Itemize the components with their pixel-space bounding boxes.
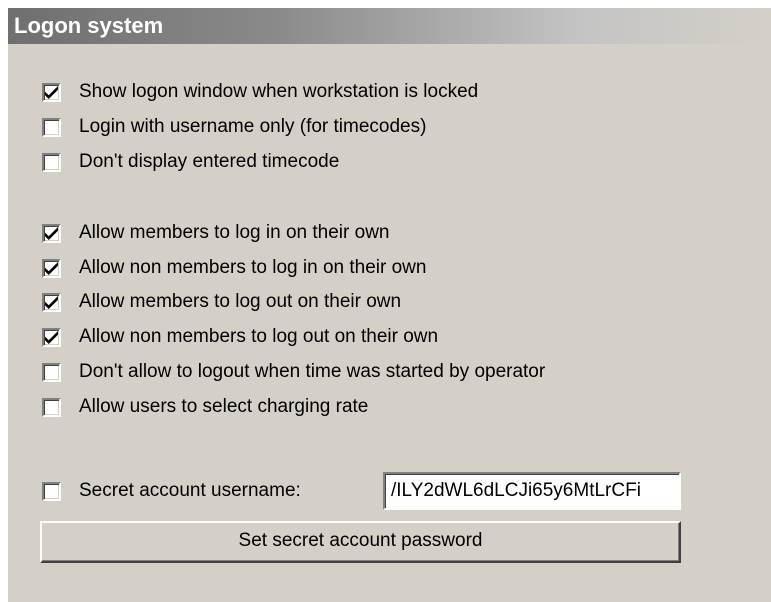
option-select-charging-rate[interactable]: Allow users to select charging rate <box>42 393 368 421</box>
option-non-members-login[interactable]: Allow non members to log in on their own <box>42 254 426 282</box>
checkbox[interactable] <box>42 292 61 312</box>
checkbox[interactable] <box>42 362 61 382</box>
option-label: Allow members to log in on their own <box>79 222 390 243</box>
section-title: Logon system <box>14 13 164 38</box>
checkmark-icon <box>45 261 58 275</box>
option-label: Allow users to select charging rate <box>79 396 369 417</box>
checkmark-icon <box>45 330 58 344</box>
option-hide-timecode[interactable]: Don't display entered timecode <box>42 148 339 176</box>
option-label: Allow non members to log out on their ow… <box>79 326 439 347</box>
logon-system-panel: Logon system Show logon window when work… <box>8 8 771 602</box>
checkbox[interactable] <box>42 258 61 278</box>
checkmark-icon <box>45 226 58 240</box>
checkbox[interactable] <box>42 327 61 347</box>
checkmark-icon <box>45 85 58 99</box>
checkbox[interactable] <box>42 481 61 501</box>
checkbox[interactable] <box>42 117 61 137</box>
checkmark-icon <box>45 295 58 309</box>
option-label: Don't display entered timecode <box>79 151 340 172</box>
checkbox[interactable] <box>42 82 61 102</box>
secret-account-label: Secret account username: <box>79 480 301 501</box>
option-no-logout-operator[interactable]: Don't allow to logout when time was star… <box>42 358 545 386</box>
option-secret-account[interactable]: Secret account username: <box>42 477 301 505</box>
option-members-login[interactable]: Allow members to log in on their own <box>42 219 389 247</box>
option-label: Login with username only (for timecodes) <box>79 116 427 137</box>
option-non-members-logout[interactable]: Allow non members to log out on their ow… <box>42 323 438 351</box>
option-show-logon-window[interactable]: Show logon window when workstation is lo… <box>42 78 478 106</box>
option-members-logout[interactable]: Allow members to log out on their own <box>42 288 401 316</box>
option-label: Allow members to log out on their own <box>79 291 402 312</box>
checkbox[interactable] <box>42 397 61 417</box>
secret-username-input[interactable] <box>383 472 681 510</box>
option-label: Don't allow to logout when time was star… <box>79 361 546 382</box>
option-login-username-only[interactable]: Login with username only (for timecodes) <box>42 113 426 141</box>
checkbox[interactable] <box>42 223 61 243</box>
section-header: Logon system <box>8 8 771 44</box>
set-secret-password-button[interactable]: Set secret account password <box>40 521 681 563</box>
option-label: Show logon window when workstation is lo… <box>79 81 479 102</box>
checkbox[interactable] <box>42 152 61 172</box>
option-label: Allow non members to log in on their own <box>79 257 427 278</box>
